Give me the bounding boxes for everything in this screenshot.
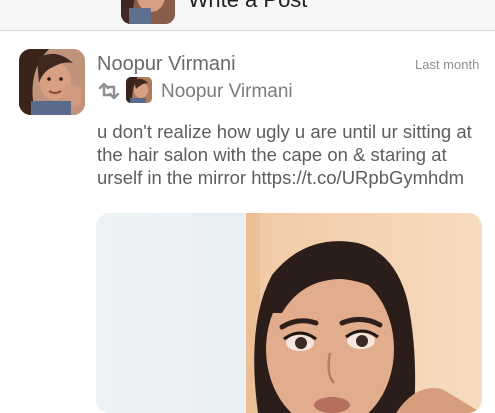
post-text: u don't realize how ugly u are until ur …	[97, 121, 472, 188]
author-avatar[interactable]	[19, 49, 85, 115]
retweeter-avatar	[126, 77, 152, 103]
post-card[interactable]: Noopur Virmani Last month Noopur Virmani…	[0, 31, 495, 413]
post-media-image[interactable]	[96, 213, 482, 413]
post-timestamp: Last month	[415, 57, 480, 72]
write-post-button[interactable]: Write a Post	[188, 0, 307, 13]
compose-bar[interactable]: Write a Post	[0, 0, 495, 31]
compose-avatar	[121, 0, 175, 24]
author-name[interactable]: Noopur Virmani	[97, 53, 236, 76]
retweet-icon	[98, 82, 120, 100]
retweeter-name[interactable]: Noopur Virmani	[161, 81, 293, 103]
